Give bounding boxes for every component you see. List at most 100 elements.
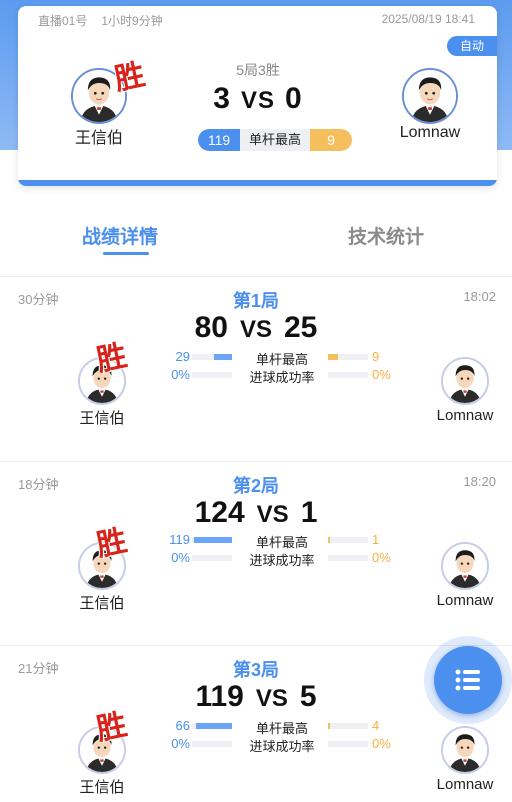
player-left[interactable]: 王信伯 胜 xyxy=(54,57,148,148)
stat-left-fill xyxy=(214,354,232,360)
avatar-icon xyxy=(443,359,487,403)
avatar-icon xyxy=(443,544,487,588)
tab-match-details[interactable]: 战绩详情 xyxy=(82,222,158,249)
high-break-bar: 119 单杆最高 9 xyxy=(198,129,352,151)
stat-left-fill xyxy=(196,723,232,729)
game-player-left[interactable]: 王信伯 胜 xyxy=(62,523,142,613)
game-score: 124 VS 1 xyxy=(0,496,512,530)
avatar xyxy=(441,542,489,590)
stat-left-bar xyxy=(192,555,232,561)
stat-label: 进球成功率 xyxy=(249,370,315,385)
game-score-left: 119 xyxy=(195,680,244,713)
game-time: 18:20 xyxy=(463,474,496,489)
game-score-left: 80 xyxy=(194,311,228,344)
auto-badge[interactable]: 自动 xyxy=(447,36,497,56)
player-name: Lomnaw xyxy=(436,776,494,793)
game-player-left[interactable]: 王信伯 胜 xyxy=(62,338,142,428)
avatar-icon xyxy=(443,728,487,772)
game-score-right: 5 xyxy=(299,680,317,713)
stat-left-bar xyxy=(192,372,232,378)
stat-left-bar xyxy=(192,723,232,729)
match-duration: 1小时9分钟 xyxy=(101,14,163,28)
game-title: 第1局 xyxy=(232,291,279,311)
game-score-left: 124 xyxy=(194,496,245,529)
stat-label: 进球成功率 xyxy=(249,553,315,568)
game-card[interactable]: 18分钟 第2局 18:20 124 VS 1 王信伯 胜 119 单杆最高 1 0… xyxy=(0,462,512,646)
floating-menu-button[interactable] xyxy=(424,636,512,724)
match-datetime: 2025/08/19 18:41 xyxy=(381,12,475,26)
stat-right-bar xyxy=(328,555,368,561)
stat-right-bar xyxy=(328,372,368,378)
high-break-right: 9 xyxy=(310,129,352,151)
floating-menu-button-inner[interactable] xyxy=(434,646,502,714)
avatar xyxy=(402,68,458,124)
stat-right-bar xyxy=(328,537,368,543)
player-name: Lomnaw xyxy=(436,592,494,609)
stat-left-bar xyxy=(192,537,232,543)
score-right: 0 xyxy=(285,82,303,115)
stat-pot-rate: 0% 进球成功率 0% xyxy=(160,736,400,754)
stat-right-value: 9 xyxy=(372,349,380,364)
stat-left-value: 29 xyxy=(175,349,190,364)
player-name: 王信伯 xyxy=(79,595,125,612)
player-name: 王信伯 xyxy=(74,130,123,147)
stat-right-value: 4 xyxy=(372,718,380,733)
game-player-right[interactable]: Lomnaw xyxy=(425,542,505,609)
high-break-label: 单杆最高 xyxy=(248,132,301,147)
stat-right-bar xyxy=(328,741,368,747)
match-summary-card: 直播01号 1小时9分钟 2025/08/19 18:41 自动 王信伯 胜 5局… xyxy=(18,6,497,186)
game-player-left[interactable]: 王信伯 胜 xyxy=(62,707,142,797)
avatar xyxy=(441,726,489,774)
stat-label: 单杆最高 xyxy=(255,721,308,736)
stat-right-value: 1 xyxy=(372,532,380,547)
stat-right-bar xyxy=(328,723,368,729)
stat-right-bar xyxy=(328,354,368,360)
stat-left-fill xyxy=(194,537,232,543)
stat-left-value: 119 xyxy=(169,532,190,547)
game-player-right[interactable]: Lomnaw xyxy=(425,357,505,424)
vs-label: VS xyxy=(255,685,288,712)
stat-right-value: 0% xyxy=(372,736,391,751)
match-format: 5局3胜 xyxy=(236,62,280,78)
stat-label: 单杆最高 xyxy=(255,352,308,367)
stat-left-value: 66 xyxy=(175,718,190,733)
high-break-left: 119 xyxy=(198,129,240,151)
game-score-right: 25 xyxy=(284,311,318,344)
stat-left-value: 0% xyxy=(171,550,190,565)
avatar xyxy=(441,357,489,405)
tab-underline xyxy=(103,252,149,255)
match-score-value: 3 VS 0 xyxy=(178,82,338,116)
card-accent-strip xyxy=(18,180,497,186)
player-name: 王信伯 xyxy=(79,410,125,427)
stat-right-value: 0% xyxy=(372,367,391,382)
game-score-right: 1 xyxy=(300,496,318,529)
stat-left-bar xyxy=(192,741,232,747)
avatar-icon xyxy=(404,70,456,122)
stat-left-value: 0% xyxy=(171,367,190,382)
vs-label: VS xyxy=(256,501,289,528)
stat-high-break: 119 单杆最高 1 xyxy=(160,532,400,550)
game-score: 80 VS 25 xyxy=(0,311,512,345)
player-name: Lomnaw xyxy=(399,124,461,141)
stat-pot-rate: 0% 进球成功率 0% xyxy=(160,550,400,568)
stat-label: 进球成功率 xyxy=(249,739,315,754)
vs-label: VS xyxy=(240,87,275,114)
list-icon xyxy=(455,669,480,691)
vs-label: VS xyxy=(239,316,272,343)
player-name: Lomnaw xyxy=(436,407,494,424)
stat-high-break: 66 单杆最高 4 xyxy=(160,718,400,736)
game-title: 第2局 xyxy=(232,476,279,496)
stat-left-value: 0% xyxy=(171,736,190,751)
game-card[interactable]: 30分钟 第1局 18:02 80 VS 25 王信伯 胜 29 单杆最高 9 0% xyxy=(0,277,512,461)
stat-right-fill xyxy=(328,537,330,543)
tab-tech-stats[interactable]: 技术统计 xyxy=(348,222,424,249)
score-left: 3 xyxy=(213,82,231,115)
stat-right-fill xyxy=(328,723,331,729)
stat-label: 单杆最高 xyxy=(255,535,308,550)
game-player-right[interactable]: Lomnaw xyxy=(425,726,505,793)
match-meta: 直播01号 1小时9分钟 xyxy=(38,12,163,29)
player-right[interactable]: Lomnaw xyxy=(385,68,475,142)
game-time: 18:02 xyxy=(463,289,496,304)
match-score: 5局3胜 3 VS 0 xyxy=(178,60,338,116)
player-name: 王信伯 xyxy=(79,779,125,796)
